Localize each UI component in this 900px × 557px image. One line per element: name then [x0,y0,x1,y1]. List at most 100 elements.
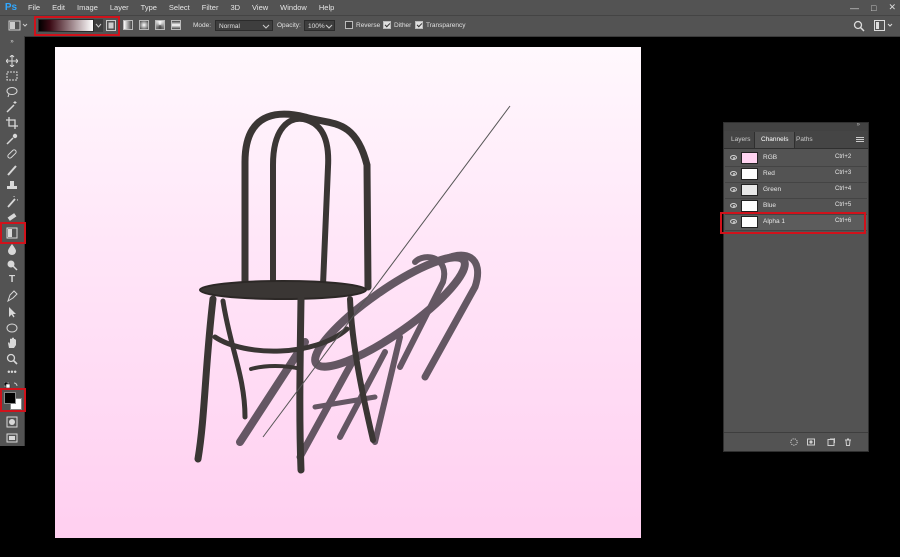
channel-shortcut: Ctrl+3 [835,170,852,176]
channel-thumbnail [741,184,758,196]
dither-checkbox[interactable] [383,21,391,29]
channel-thumbnail [741,168,758,180]
highlight-gradient-tool [0,222,26,244]
channel-name: RGB [763,154,778,161]
options-bar: Mode: Normal Opacity: 100% Reverse Dithe… [0,15,900,37]
panel-menu-icon[interactable] [856,137,864,143]
crop-tool-icon[interactable] [6,117,18,129]
dither-label: Dither [394,22,412,29]
menu-3d[interactable]: 3D [224,0,246,15]
menu-help[interactable]: Help [313,0,340,15]
mode-value: Normal [219,23,240,30]
eye-icon[interactable] [730,171,737,176]
quick-mask-icon[interactable] [6,416,18,428]
healing-brush-icon[interactable] [6,148,18,160]
menu-bar: Ps File Edit Image Layer Type Select Fil… [0,0,900,15]
channel-name: Red [763,170,775,177]
eye-icon[interactable] [730,203,737,208]
foreground-color-swatch[interactable] [4,392,16,404]
panel-header[interactable]: » [724,122,868,131]
eyedropper-icon[interactable] [6,133,18,145]
opacity-input[interactable]: 100% [304,20,335,31]
brush-tool-icon[interactable] [6,164,18,176]
channel-row-green[interactable]: Green Ctrl+4 [725,183,867,199]
shape-tool-icon[interactable] [6,322,18,334]
close-button[interactable]: ✕ [888,2,896,13]
gradient-tool-icon [8,20,28,31]
minimize-button[interactable]: — [850,3,859,13]
channel-shortcut: Ctrl+4 [835,186,852,192]
channel-name: Green [763,186,782,193]
lasso-tool-icon[interactable] [6,86,18,98]
chevron-down-icon [262,24,270,29]
tool-preset-picker[interactable] [8,20,28,31]
type-tool-icon[interactable]: T [6,274,18,286]
new-channel-icon[interactable] [827,438,835,446]
menu-layer[interactable]: Layer [104,0,135,15]
transparency-checkbox[interactable] [415,21,423,29]
channel-name: Blue [763,202,777,209]
mode-label: Mode: [193,22,212,29]
menu-view[interactable]: View [246,0,274,15]
tab-paths[interactable]: Paths [790,132,819,148]
window-controls: — □ ✕ [850,0,896,15]
menu-select[interactable]: Select [163,0,196,15]
hand-tool-icon[interactable] [6,337,18,349]
menu-window[interactable]: Window [274,0,313,15]
marquee-tool-icon[interactable] [6,70,18,82]
radial-gradient-button[interactable] [139,20,149,30]
magic-wand-icon[interactable] [6,101,18,113]
photoshop-logo: Ps [4,2,18,13]
reverse-label: Reverse [356,22,381,29]
path-selection-icon[interactable] [6,306,18,318]
chair-illustration [194,105,511,474]
channels-panel: » Layers Channels Paths RGB Ctrl+2 Red C… [720,122,869,452]
collapse-icon[interactable]: » [6,36,18,48]
history-brush-icon[interactable] [6,196,18,208]
channel-shortcut: Ctrl+2 [835,154,852,160]
eye-icon[interactable] [730,155,737,160]
maximize-button[interactable]: □ [871,3,876,13]
menu-type[interactable]: Type [135,0,163,15]
chair [194,110,376,474]
reflected-gradient-button[interactable] [171,20,181,30]
opacity-label: Opacity: [277,22,301,29]
tab-layers[interactable]: Layers [725,132,757,148]
blur-tool-icon[interactable] [6,243,18,255]
opacity-value: 100% [308,23,325,30]
zoom-tool-icon[interactable] [6,353,18,365]
screen-mode-icon[interactable] [6,432,18,444]
channel-thumbnail [741,152,758,164]
trash-icon[interactable] [844,438,852,446]
save-selection-icon[interactable] [807,438,815,446]
channel-row-red[interactable]: Red Ctrl+3 [725,167,867,183]
channel-thumbnail [741,200,758,212]
menu-file[interactable]: File [22,0,46,15]
eye-icon[interactable] [730,187,737,192]
dodge-tool-icon[interactable] [6,259,18,271]
document-canvas[interactable] [55,47,641,538]
transparency-label: Transparency [426,22,466,29]
channel-shortcut: Ctrl+5 [835,202,852,208]
workspace-icon[interactable] [874,20,894,32]
toolbar: » T ••• [0,36,26,446]
linear-gradient-button[interactable] [123,20,133,30]
chevron-down-icon [325,24,333,29]
more-tools-icon[interactable]: ••• [6,366,18,378]
mode-select[interactable]: Normal [215,20,273,31]
angle-gradient-button[interactable] [155,20,165,30]
panel-footer [724,432,868,451]
load-selection-icon[interactable] [790,438,798,446]
menu-edit[interactable]: Edit [46,0,71,15]
highlight-alpha-channel [720,212,866,234]
clone-stamp-icon[interactable] [6,180,18,192]
collapse-panel-icon[interactable]: » [857,122,860,128]
move-tool-icon[interactable] [6,55,18,67]
highlight-gradient-picker [34,16,120,36]
menu-image[interactable]: Image [71,0,104,15]
channel-row-rgb[interactable]: RGB Ctrl+2 [725,151,867,167]
reverse-checkbox[interactable] [345,21,353,29]
search-icon[interactable] [853,20,865,32]
pen-tool-icon[interactable] [6,290,18,302]
menu-filter[interactable]: Filter [196,0,225,15]
